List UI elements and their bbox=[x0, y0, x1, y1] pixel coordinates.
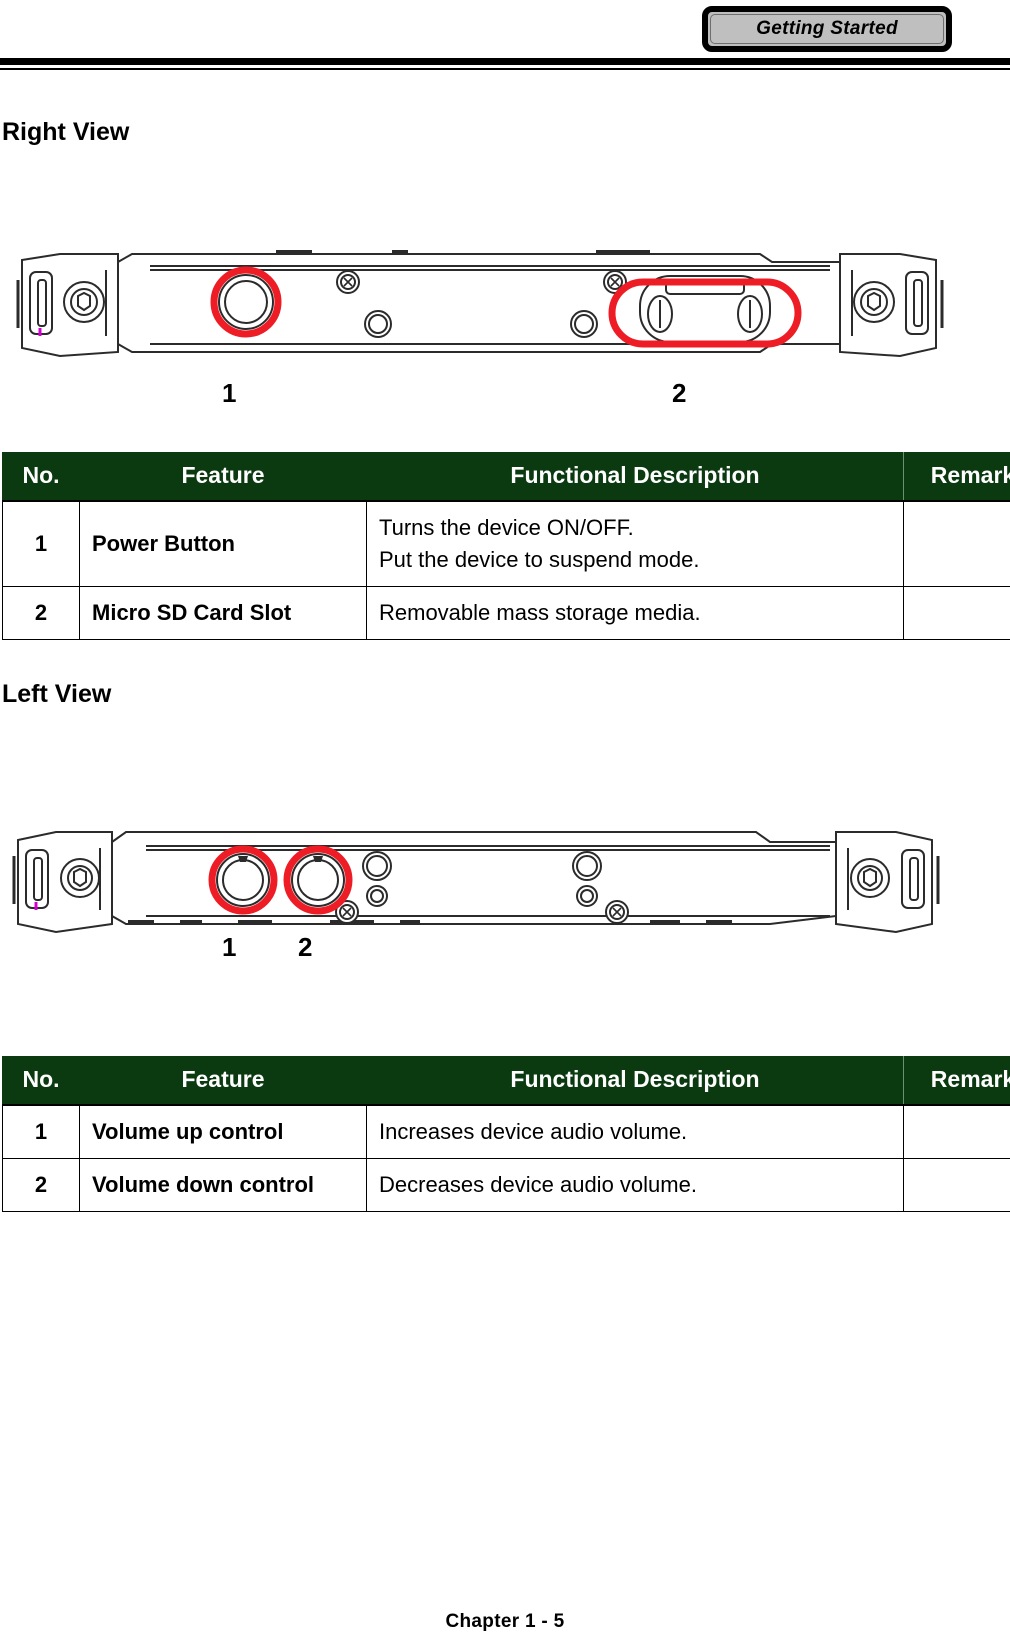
description-line: Increases device audio volume. bbox=[379, 1119, 688, 1144]
cell-no: 2 bbox=[2, 1157, 80, 1212]
device-left-edge-diagram bbox=[0, 820, 1010, 950]
column-header-no: No. bbox=[2, 1056, 80, 1106]
cell-feature: Volume up control bbox=[79, 1104, 367, 1159]
page-footer: Chapter 1 - 5 bbox=[0, 1611, 1010, 1633]
table-row: 2 Micro SD Card Slot Removable mass stor… bbox=[2, 585, 1010, 640]
cell-no: 1 bbox=[2, 1104, 80, 1159]
cell-feature: Micro SD Card Slot bbox=[79, 585, 367, 640]
left-view-callout-numbers: 1 2 bbox=[0, 932, 1010, 970]
cell-description: Decreases device audio volume. bbox=[366, 1157, 904, 1212]
cell-remark bbox=[903, 500, 1010, 587]
column-header-functional-description: Functional Description bbox=[366, 1056, 904, 1106]
callout-number-2: 2 bbox=[298, 932, 313, 962]
table-row: 1 Power Button Turns the device ON/OFF. … bbox=[2, 500, 1010, 587]
table-row: 1 Volume up control Increases device aud… bbox=[2, 1104, 1010, 1159]
column-header-remark: Remark bbox=[903, 1056, 1010, 1106]
page-header: Getting Started bbox=[0, 0, 1010, 78]
cell-remark bbox=[903, 1104, 1010, 1159]
cell-description: Removable mass storage media. bbox=[366, 585, 904, 640]
table-header-row: No. Feature Functional Description Remar… bbox=[2, 1056, 1010, 1106]
table-header-row: No. Feature Functional Description Remar… bbox=[2, 452, 1010, 502]
description-line: Turns the device ON/OFF. bbox=[379, 515, 634, 540]
left-view-feature-table: No. Feature Functional Description Remar… bbox=[2, 1056, 1010, 1212]
section-heading-right-view: Right View bbox=[2, 118, 130, 146]
column-header-functional-description: Functional Description bbox=[366, 452, 904, 502]
callout-number-1: 1 bbox=[222, 932, 237, 962]
description-line: Decreases device audio volume. bbox=[379, 1171, 697, 1197]
description-line: Removable mass storage media. bbox=[379, 599, 701, 625]
description-line: Put the device to suspend mode. bbox=[379, 546, 700, 572]
cell-description: Turns the device ON/OFF. Put the device … bbox=[366, 500, 904, 587]
header-rule-thick bbox=[0, 58, 1010, 65]
right-view-illustration bbox=[16, 250, 944, 358]
column-header-feature: Feature bbox=[79, 1056, 367, 1106]
section-heading-left-view: Left View bbox=[2, 680, 112, 708]
cell-no: 1 bbox=[2, 500, 80, 587]
cell-description: Increases device audio volume. bbox=[366, 1104, 904, 1159]
column-header-no: No. bbox=[2, 452, 80, 502]
table-row: 2 Volume down control Decreases device a… bbox=[2, 1157, 1010, 1212]
right-view-callout-numbers: 1 2 bbox=[0, 378, 1010, 416]
column-header-feature: Feature bbox=[79, 452, 367, 502]
section-tab-label: Getting Started bbox=[756, 18, 898, 39]
section-tab-getting-started: Getting Started bbox=[702, 6, 952, 52]
callout-number-1: 1 bbox=[222, 378, 237, 408]
cell-feature: Volume down control bbox=[79, 1157, 367, 1212]
cell-remark bbox=[903, 585, 1010, 640]
right-view-feature-table: No. Feature Functional Description Remar… bbox=[2, 452, 1010, 640]
device-right-edge-diagram bbox=[0, 240, 1010, 380]
header-divider-rule bbox=[0, 58, 1010, 70]
cell-feature: Power Button bbox=[79, 500, 367, 587]
callout-number-2: 2 bbox=[672, 378, 687, 408]
cell-no: 2 bbox=[2, 585, 80, 640]
column-header-remark: Remark bbox=[903, 452, 1010, 502]
footer-page-label: Chapter 1 - 5 bbox=[445, 1611, 565, 1632]
left-view-illustration bbox=[12, 831, 940, 934]
cell-remark bbox=[903, 1157, 1010, 1212]
header-rule-thin bbox=[0, 68, 1010, 70]
